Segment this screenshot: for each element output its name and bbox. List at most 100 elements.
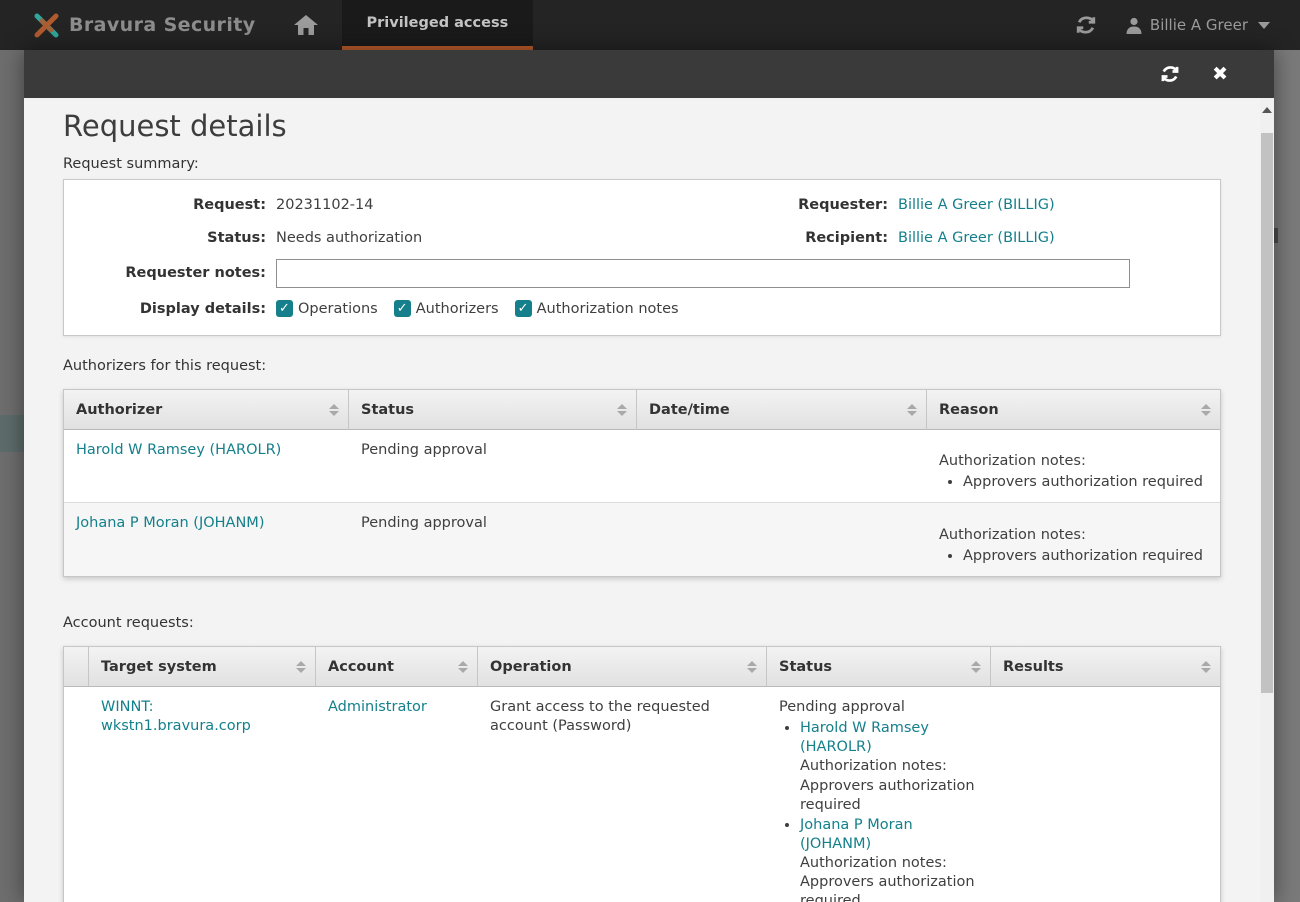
col-operation[interactable]: Operation	[478, 647, 767, 687]
user-menu[interactable]: Billie A Greer	[1125, 16, 1270, 34]
checkbox-authorizers: ✓ Authorizers	[394, 300, 499, 317]
account-requests-heading: Account requests:	[63, 615, 1221, 631]
recipient-label: Recipient:	[678, 230, 888, 246]
topbar-right: Billie A Greer	[1075, 0, 1300, 50]
row-selector-cell	[64, 687, 89, 902]
authorizer-link[interactable]: Johana P Moran (JOHANM)	[76, 515, 264, 531]
background-scrollbar-fragment	[1274, 228, 1278, 243]
col-target-system[interactable]: Target system	[89, 647, 316, 687]
scrollbar-up-icon[interactable]	[1262, 107, 1272, 113]
authorizer-status: Pending approval	[349, 503, 637, 576]
approver-link[interactable]: Harold W Ramsey (HAROLR)	[800, 720, 929, 755]
status-label: Status:	[76, 230, 266, 246]
sort-icon[interactable]	[747, 661, 757, 673]
request-label: Request:	[76, 197, 266, 213]
sort-icon[interactable]	[617, 404, 627, 416]
authorization-notes-checkbox[interactable]: ✓	[515, 300, 532, 317]
recipient-value: Billie A Greer (BILLIG)	[898, 230, 1208, 246]
checkbox-operations: ✓ Operations	[276, 300, 378, 317]
reason-note: Approvers authorization required	[963, 473, 1208, 492]
summary-row-requester-notes: Requester notes:	[76, 254, 1208, 292]
chevron-down-icon	[1258, 22, 1270, 29]
sort-icon[interactable]	[458, 661, 468, 673]
col-status[interactable]: Status	[767, 647, 991, 687]
modal-close-icon[interactable]: ✖	[1212, 65, 1228, 84]
operation-cell: Grant access to the requested account (P…	[478, 687, 767, 902]
approver-notes-text: Approvers authorization required	[800, 777, 979, 815]
authorizer-datetime	[637, 430, 927, 503]
top-navbar: Bravura Security Privileged access	[0, 0, 1300, 50]
request-details-modal: ✖ Request details Request summary: Reque…	[24, 50, 1274, 902]
home-button[interactable]	[270, 0, 342, 50]
table-row: Harold W Ramsey (HAROLR) Pending approva…	[64, 430, 1220, 503]
col-reason[interactable]: Reason	[927, 390, 1220, 430]
brand-name: Bravura Security	[69, 14, 256, 36]
modal-refresh-icon[interactable]	[1160, 64, 1180, 84]
home-icon	[293, 13, 319, 37]
approver-notes-label: Authorization notes:	[800, 854, 979, 873]
authorizer-link[interactable]: Harold W Ramsey (HAROLR)	[76, 442, 281, 458]
background-page-fragment	[0, 415, 25, 452]
authorizer-reason: Authorization notes: Approvers authoriza…	[927, 503, 1220, 576]
authorizer-status: Pending approval	[349, 430, 637, 503]
sort-icon[interactable]	[907, 404, 917, 416]
col-selector	[64, 647, 89, 687]
operations-checkbox[interactable]: ✓	[276, 300, 293, 317]
target-system-link[interactable]: WINNT: wkstn1.bravura.corp	[101, 699, 251, 734]
col-account[interactable]: Account	[316, 647, 478, 687]
col-authorizer[interactable]: Authorizer	[64, 390, 349, 430]
table-row: WINNT: wkstn1.bravura.corp Administrator…	[64, 687, 1220, 902]
display-details-options: ✓ Operations ✓ Authorizers ✓ Authorizati…	[276, 300, 679, 317]
status-cell: Pending approval Harold W Ramsey (HAROLR…	[767, 687, 991, 902]
status-text: Pending approval	[779, 698, 979, 717]
sort-icon[interactable]	[971, 661, 981, 673]
status-value: Needs authorization	[276, 230, 678, 246]
modal-body: Request details Request summary: Request…	[24, 98, 1260, 902]
display-details-label: Display details:	[76, 301, 266, 317]
requester-value: Billie A Greer (BILLIG)	[898, 197, 1208, 213]
request-summary-panel: Request: 20231102-14 Requester: Billie A…	[63, 179, 1221, 336]
summary-row-display-details: Display details: ✓ Operations ✓ Authoriz…	[76, 292, 1208, 325]
list-item: Johana P Moran (JOHANM) Authorization no…	[800, 816, 979, 902]
authorizer-reason: Authorization notes: Approvers authoriza…	[927, 430, 1220, 503]
col-status[interactable]: Status	[349, 390, 637, 430]
account-link[interactable]: Administrator	[328, 699, 427, 715]
authorizers-checkbox[interactable]: ✓	[394, 300, 411, 317]
sort-icon[interactable]	[296, 661, 306, 673]
operations-checkbox-label: Operations	[298, 301, 378, 317]
recipient-link[interactable]: Billie A Greer (BILLIG)	[898, 230, 1055, 246]
modal-scrollbar[interactable]	[1260, 98, 1274, 902]
tab-label: Privileged access	[367, 15, 509, 31]
sort-icon[interactable]	[1201, 661, 1211, 673]
screen: Bravura Security Privileged access	[0, 0, 1300, 902]
requester-notes-input[interactable]	[276, 259, 1130, 288]
col-results[interactable]: Results	[991, 647, 1220, 687]
sort-icon[interactable]	[1201, 404, 1211, 416]
approver-link[interactable]: Johana P Moran (JOHANM)	[800, 817, 913, 852]
user-icon	[1125, 16, 1143, 34]
results-cell	[991, 687, 1220, 902]
authorizers-table: Authorizer Status Date/time Reason Harol…	[63, 389, 1221, 577]
requester-label: Requester:	[678, 197, 888, 213]
request-summary-heading: Request summary:	[63, 156, 1221, 172]
authorization-notes-checkbox-label: Authorization notes	[537, 301, 679, 317]
account-requests-table-wrap: Target system Account Operation Status R…	[63, 646, 1221, 902]
approver-notes-label: Authorization notes:	[800, 757, 979, 776]
authorizers-heading: Authorizers for this request:	[63, 358, 1221, 374]
checkbox-authorization-notes: ✓ Authorization notes	[515, 300, 679, 317]
scrollbar-thumb[interactable]	[1261, 133, 1273, 693]
list-item: Harold W Ramsey (HAROLR) Authorization n…	[800, 719, 979, 815]
page-title: Request details	[63, 108, 1221, 144]
navbar-refresh-icon[interactable]	[1075, 14, 1097, 36]
summary-row-request: Request: 20231102-14 Requester: Billie A…	[76, 188, 1208, 221]
requester-link[interactable]: Billie A Greer (BILLIG)	[898, 197, 1055, 213]
summary-row-status: Status: Needs authorization Recipient: B…	[76, 221, 1208, 254]
account-requests-table: Target system Account Operation Status R…	[63, 646, 1221, 902]
requester-notes-label: Requester notes:	[76, 265, 266, 281]
reason-title: Authorization notes:	[939, 452, 1208, 471]
bravura-logo-icon	[33, 12, 60, 39]
tab-privileged-access[interactable]: Privileged access	[342, 0, 534, 50]
col-datetime[interactable]: Date/time	[637, 390, 927, 430]
table-row: Johana P Moran (JOHANM) Pending approval…	[64, 503, 1220, 576]
sort-icon[interactable]	[329, 404, 339, 416]
